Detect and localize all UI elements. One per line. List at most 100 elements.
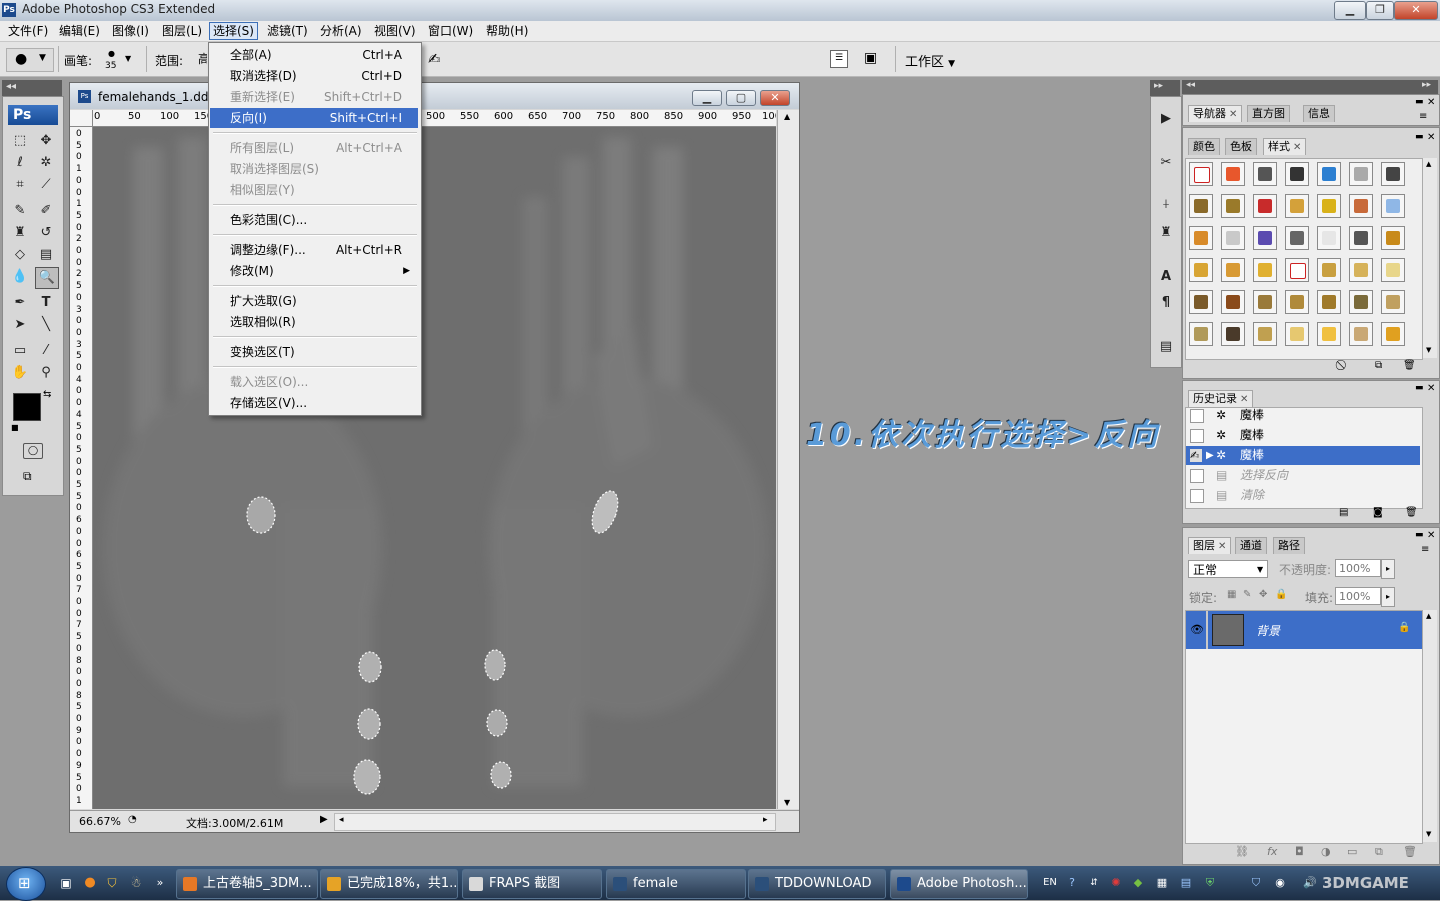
menu-item-inverse[interactable]: 反向(I) Shift+Ctrl+I	[210, 108, 418, 128]
vertical-scrollbar[interactable]: ▲ ▼	[777, 110, 799, 809]
swap-colors-icon[interactable]: ⇆	[43, 389, 51, 400]
menu-file[interactable]: 文件(F)	[5, 23, 51, 39]
blur-tool-icon[interactable]: 💧	[9, 267, 31, 287]
notes-tool-icon[interactable]: ▭	[9, 341, 31, 361]
trash-icon[interactable]: 🗑	[1405, 507, 1418, 518]
clone-stamp-tool-icon[interactable]: ♜	[9, 223, 31, 243]
checkbox[interactable]	[1190, 489, 1204, 503]
range-select[interactable]: 高	[198, 50, 207, 68]
adjustment-layer-icon[interactable]: ◑	[1321, 845, 1331, 858]
menu-select[interactable]: 选择(S)	[209, 22, 258, 40]
style-swatch[interactable]	[1349, 322, 1373, 346]
history-item-undone[interactable]: ▤ 清除	[1186, 486, 1420, 505]
menu-item-refine-edge[interactable]: 调整边缘(F)... Alt+Ctrl+R	[210, 240, 418, 260]
style-swatch[interactable]	[1285, 162, 1309, 186]
screen-mode-icon[interactable]: ⧉	[23, 469, 45, 483]
menu-item-deselect-layers[interactable]: 取消选择图层(S)	[210, 159, 418, 179]
zoom-level[interactable]: 66.67%	[79, 815, 121, 828]
style-swatch[interactable]	[1381, 322, 1405, 346]
line-tool-icon[interactable]: ╲	[35, 315, 57, 335]
style-swatch[interactable]	[1349, 194, 1373, 218]
tab-info[interactable]: 信息	[1303, 105, 1335, 122]
eraser-tool-icon[interactable]: ◇	[9, 245, 31, 265]
scroll-up-icon[interactable]: ▲	[1426, 160, 1431, 168]
history-brush-tool-icon[interactable]: ↺	[35, 223, 57, 243]
close-icon[interactable]: ✕	[1293, 142, 1301, 153]
doc-maximize-button[interactable]: ▢	[726, 90, 756, 106]
type-tool-icon[interactable]: T	[35, 293, 57, 313]
gradient-tool-icon[interactable]: ▤	[35, 245, 57, 265]
taskbar-button[interactable]: 已完成18%，共1...	[320, 869, 458, 899]
tab-paths[interactable]: 路径	[1273, 537, 1305, 554]
tab-styles[interactable]: 样式 ✕	[1263, 138, 1307, 155]
checkbox[interactable]	[1190, 469, 1204, 483]
layer-row-background[interactable]: 👁 背景 🔒	[1186, 611, 1422, 649]
character-icon[interactable]: A	[1155, 267, 1177, 287]
style-swatch[interactable]	[1285, 226, 1309, 250]
collapse-icon[interactable]: ◂◂	[6, 81, 16, 92]
status-menu-arrow-icon[interactable]: ▶	[320, 814, 328, 825]
shield-icon[interactable]: ⛉	[1248, 875, 1264, 891]
style-swatch[interactable]	[1253, 226, 1277, 250]
taskbar-button[interactable]: female	[606, 869, 746, 899]
brush-picker[interactable]: ● 35 ▼	[100, 46, 136, 72]
show-desktop-icon[interactable]: ▣	[58, 875, 74, 891]
minimize-icon[interactable]: ▬	[1415, 97, 1424, 107]
lock-position-icon[interactable]: ✥	[1259, 589, 1267, 600]
new-group-icon[interactable]: ▭	[1347, 845, 1357, 858]
tray-app-icon[interactable]: ▦	[1154, 875, 1170, 891]
slice-tool-icon[interactable]: ⟋	[35, 175, 57, 195]
layer-comps-icon[interactable]: ▤	[1155, 337, 1177, 357]
menu-view[interactable]: 视图(V)	[371, 23, 419, 39]
style-swatch[interactable]	[1317, 194, 1341, 218]
lock-pixels-icon[interactable]: ✎	[1243, 589, 1251, 600]
style-swatch[interactable]	[1253, 162, 1277, 186]
menu-analysis[interactable]: 分析(A)	[317, 23, 365, 39]
menu-item-select-all[interactable]: 全部(A) Ctrl+A	[210, 45, 418, 65]
style-swatch[interactable]	[1221, 322, 1245, 346]
styles-grid[interactable]	[1185, 158, 1423, 360]
close-icon[interactable]: ✕	[1218, 541, 1226, 552]
tab-navigator[interactable]: 导航器 ✕	[1188, 105, 1243, 122]
scroll-up-icon[interactable]: ▲	[1426, 612, 1431, 620]
checkbox[interactable]	[1190, 409, 1204, 423]
document-titlebar[interactable]: Ps femalehands_1.dds ▁ ▢ ✕	[70, 83, 799, 109]
fill-slider-arrow-icon[interactable]: ▸	[1381, 587, 1395, 607]
tool-presets-icon[interactable]: ✂	[1155, 153, 1177, 173]
style-swatch[interactable]	[1189, 194, 1213, 218]
canvas[interactable]	[93, 127, 776, 809]
taskbar-button[interactable]: FRAPS 截图	[462, 869, 602, 899]
style-swatch[interactable]	[1189, 162, 1213, 186]
close-icon[interactable]: ✕	[1427, 530, 1435, 541]
lasso-tool-icon[interactable]: ℓ	[9, 153, 31, 173]
tray-app-icon[interactable]: ◉	[1272, 875, 1288, 891]
style-swatch[interactable]	[1381, 226, 1405, 250]
style-swatch[interactable]	[1253, 194, 1277, 218]
bridge-icon[interactable]: ▣	[864, 50, 877, 66]
scroll-left-icon[interactable]: ◂	[339, 815, 344, 825]
toolbox-header[interactable]: ◂◂	[2, 80, 62, 96]
panel-dock-header[interactable]: ◂◂ ▸▸	[1182, 80, 1438, 94]
style-swatch[interactable]	[1253, 290, 1277, 314]
blend-mode-select[interactable]: 正常 ▼	[1188, 560, 1268, 578]
new-style-icon[interactable]: ⧉	[1375, 360, 1382, 371]
tab-color[interactable]: 颜色	[1188, 138, 1220, 155]
style-swatch[interactable]	[1349, 162, 1373, 186]
overflow-chevron-icon[interactable]: »	[152, 875, 168, 891]
style-swatch[interactable]	[1253, 258, 1277, 282]
horizontal-scrollbar[interactable]: ◂ ▸	[334, 813, 776, 831]
style-swatch[interactable]	[1189, 290, 1213, 314]
taskbar-button[interactable]: 上古卷轴5_3DM...	[176, 869, 318, 899]
minimize-button[interactable]: ▁	[1334, 1, 1366, 20]
style-swatch[interactable]	[1285, 194, 1309, 218]
scroll-up-icon[interactable]: ▲	[784, 112, 790, 121]
style-swatch[interactable]	[1317, 258, 1341, 282]
style-swatch[interactable]	[1317, 226, 1341, 250]
ime-arrow-icon[interactable]: ⇵	[1086, 875, 1102, 891]
quick-mask-icon[interactable]: ◯	[23, 443, 43, 459]
lock-transparency-icon[interactable]: ▦	[1227, 589, 1236, 600]
tab-histogram[interactable]: 直方图	[1247, 105, 1290, 122]
menu-image[interactable]: 图像(I)	[109, 23, 152, 39]
language-indicator[interactable]: EN	[1040, 875, 1060, 891]
style-swatch[interactable]	[1221, 258, 1245, 282]
